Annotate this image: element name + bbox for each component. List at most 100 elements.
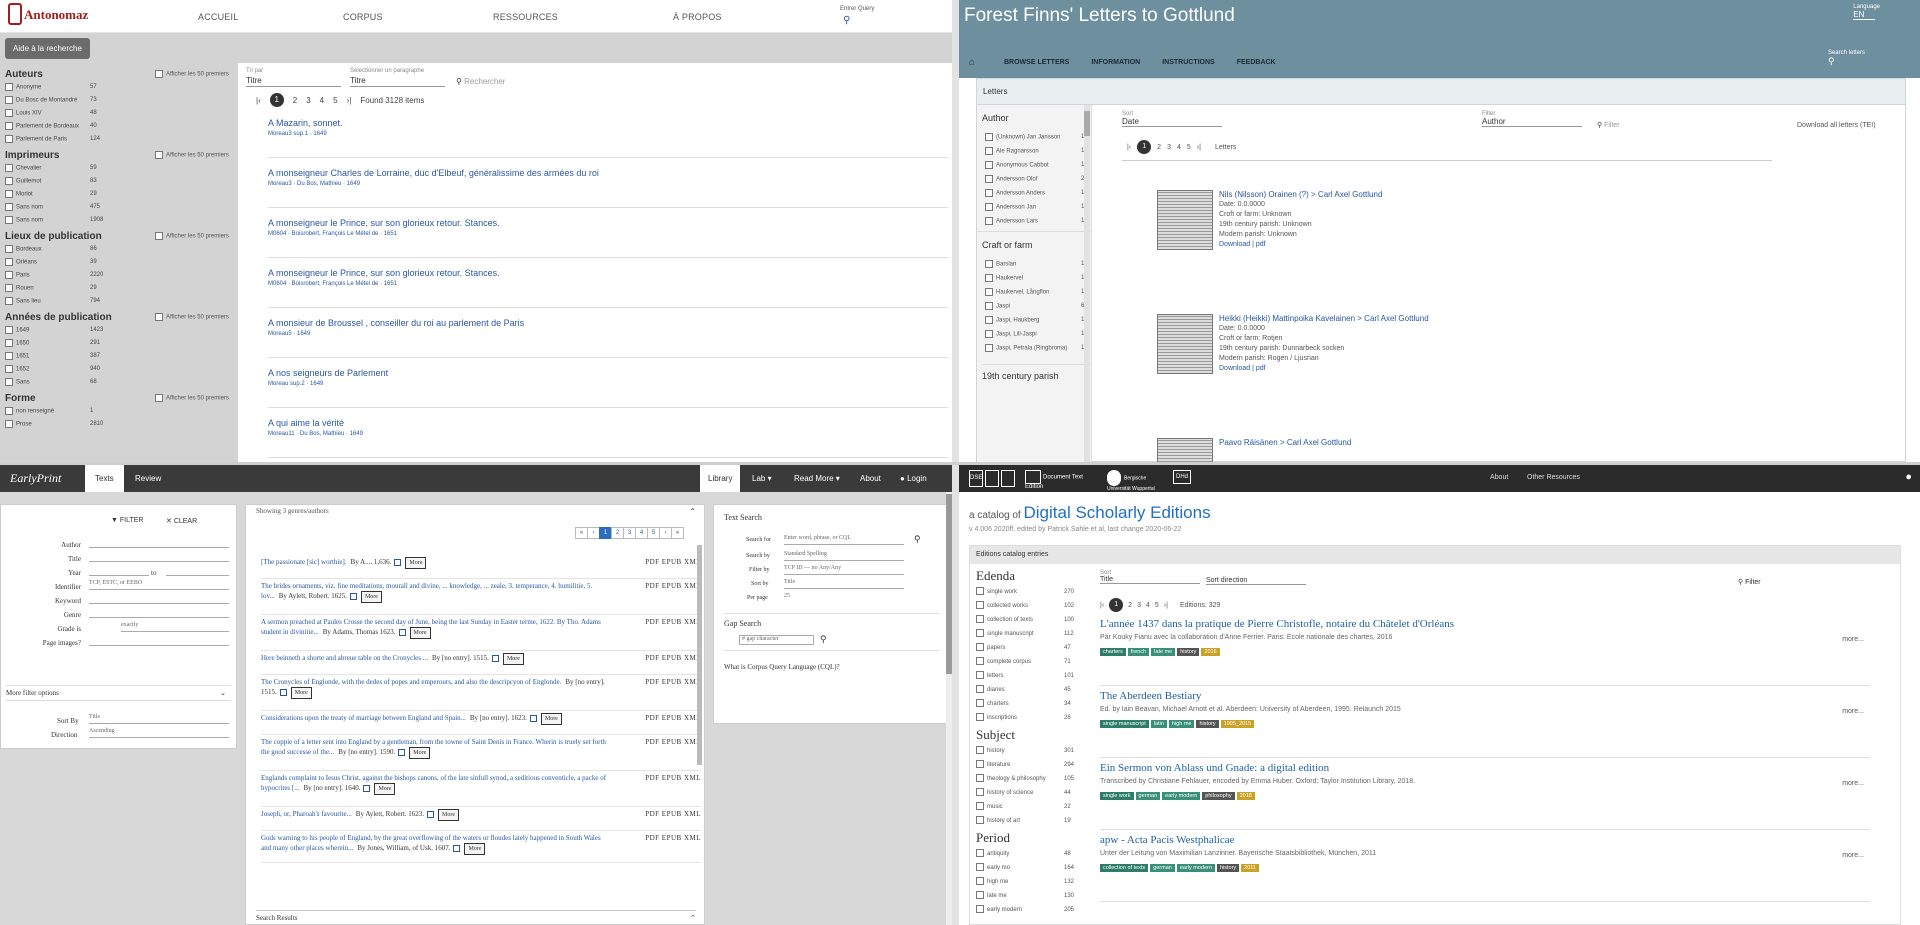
checkbox[interactable] <box>976 802 984 811</box>
checkbox[interactable] <box>976 746 984 755</box>
field-input[interactable] <box>89 538 229 548</box>
page-5[interactable]: 5 <box>1187 144 1191 151</box>
more-link[interactable]: more... <box>1842 780 1864 787</box>
user-label[interactable]: Entrer Query <box>840 6 874 12</box>
checkbox[interactable] <box>5 284 13 292</box>
checkbox[interactable] <box>985 133 993 141</box>
external-link-icon[interactable] <box>427 810 434 818</box>
search-for-input[interactable]: Enter word, phrase, or CQL <box>784 535 904 545</box>
checkbox[interactable] <box>976 877 984 886</box>
user-icon[interactable]: ● <box>1905 471 1912 483</box>
gap-input[interactable]: # gap character <box>739 635 814 645</box>
facet-item[interactable]: 1649 1423 <box>5 326 238 335</box>
facet-item[interactable]: Chevalier 59 <box>5 164 238 173</box>
checkbox[interactable] <box>976 863 984 872</box>
tag-badge[interactable]: german <box>1150 864 1175 872</box>
clear-button[interactable]: ✕ CLEAR <box>166 517 197 525</box>
first-page-icon[interactable]: |‹ <box>1100 602 1104 609</box>
nav-information[interactable]: INFORMATION <box>1091 59 1140 66</box>
facet-item[interactable]: Anonyme 57 <box>5 83 238 92</box>
tag-badge[interactable]: 2016 <box>1201 648 1220 656</box>
more-button[interactable]: More <box>374 783 396 795</box>
edition-title[interactable]: L'année 1437 dans la pratique de Pierre … <box>1100 618 1870 630</box>
tag-badge[interactable]: early modern <box>1162 792 1201 800</box>
show-more-link[interactable]: Afficher les 50 premiers <box>155 232 229 240</box>
checkbox[interactable] <box>976 643 984 652</box>
dhd-logo[interactable]: DHd <box>1173 470 1192 484</box>
letter-title[interactable]: Nils (Nilsson) Orainen (?) > Carl Axel G… <box>1219 190 1382 200</box>
edition-title[interactable]: apw - Acta Pacis Westphalicae <box>1100 834 1870 846</box>
facet-item[interactable]: antiquity 48 <box>976 849 1080 859</box>
facet-item[interactable]: diaries 45 <box>976 685 1080 695</box>
tag-badge[interactable]: 2011 <box>1241 864 1259 872</box>
craft-facet-item[interactable]: Jaspi, Haukberg 1 <box>985 316 1091 324</box>
sort-by-select[interactable]: Title <box>89 714 229 724</box>
filter-by-select[interactable]: TCP ID — no Any/Any <box>784 565 904 575</box>
more-link[interactable]: more... <box>1842 636 1864 643</box>
more-button[interactable]: More <box>540 713 562 725</box>
filter-input[interactable]: ⚲ Filter <box>1738 578 1761 586</box>
tab-texts[interactable]: Texts <box>85 465 124 492</box>
checkbox[interactable] <box>976 760 984 769</box>
more-button[interactable]: More <box>290 687 312 699</box>
edition-title[interactable]: Ein Sermon von Ablass und Gnade: a digit… <box>1100 762 1870 774</box>
checkbox[interactable] <box>976 774 984 783</box>
checkbox[interactable] <box>985 344 993 352</box>
craft-facet-item[interactable]: Haukervel 1 <box>985 274 1091 282</box>
tag-badge[interactable]: philosophy <box>1202 792 1235 800</box>
checkbox[interactable] <box>5 365 13 373</box>
checkbox[interactable] <box>5 216 13 224</box>
checkbox[interactable] <box>985 260 993 268</box>
more-button[interactable]: More <box>405 557 427 569</box>
facet-item[interactable]: Parlement de Bordeaux 40 <box>5 122 238 131</box>
checkbox[interactable] <box>976 629 984 638</box>
letter-download[interactable]: Download | pdf <box>1219 364 1429 374</box>
nav-feedback[interactable]: FEEDBACK <box>1237 59 1276 66</box>
search-icon[interactable]: ⚲ <box>820 634 827 645</box>
more-button[interactable]: More <box>409 747 431 759</box>
checkbox[interactable] <box>5 96 13 104</box>
author-facet-item[interactable]: Andersson Jan 1 <box>985 203 1091 211</box>
last-page-icon[interactable]: ›| <box>347 96 352 105</box>
facet-item[interactable]: Bordeaux 86 <box>5 245 238 254</box>
last-page-icon[interactable]: ›| <box>1197 144 1201 151</box>
search-icon[interactable]: ⚲ <box>843 15 850 26</box>
more-button[interactable]: More <box>464 843 486 855</box>
text-title[interactable]: Here beinneth a shorte and abreue table … <box>261 654 428 662</box>
result-title[interactable]: A monsieur de Broussel , conseiller du r… <box>268 318 948 328</box>
show-more-link[interactable]: Afficher les 50 premiers <box>155 70 229 78</box>
tag-badge[interactable]: late me <box>1151 648 1176 656</box>
last-page-icon[interactable]: ›| <box>1164 602 1168 609</box>
checkbox[interactable] <box>976 713 984 722</box>
external-link-icon[interactable] <box>394 558 402 566</box>
checkbox[interactable] <box>976 788 984 797</box>
checkbox[interactable] <box>5 258 13 266</box>
author-facet-item[interactable]: (Unknown) Jan Jansson 1 <box>985 133 1091 141</box>
nav-a-propos[interactable]: À PROPOS <box>673 12 722 22</box>
author-facet-item[interactable]: Ale Ragnarsson 1 <box>985 147 1091 155</box>
facet-item[interactable]: single work 270 <box>976 587 1080 597</box>
result-title[interactable]: A monseigneur Charles de Lorraine, duc d… <box>268 168 948 178</box>
more-button[interactable]: More <box>360 591 382 603</box>
per-page-select[interactable]: 25 <box>784 593 904 603</box>
tag-badge[interactable]: french <box>1127 648 1150 656</box>
sort-select[interactable]: Sort Date <box>1122 111 1222 127</box>
tag-badge[interactable]: german <box>1135 792 1161 800</box>
text-title[interactable]: The Cronycles of Englonde, with the dede… <box>261 678 561 686</box>
facet-item[interactable]: Prose 2810 <box>5 420 238 429</box>
more-filter-options[interactable]: More filter options ⌄ <box>6 685 231 697</box>
checkbox[interactable] <box>5 109 13 117</box>
facet-item[interactable]: Morlot 29 <box>5 190 238 199</box>
show-more-link[interactable]: Afficher les 50 premiers <box>155 394 229 402</box>
ts-sort-select[interactable]: Title <box>784 579 904 589</box>
author-facet-item[interactable]: Anonymous Cabbot 1 <box>985 161 1091 169</box>
external-link-icon[interactable] <box>398 748 406 756</box>
checkbox[interactable] <box>5 203 13 211</box>
craft-facet-item[interactable]: Jaspi, Lill-Jaspi 1 <box>985 330 1091 338</box>
craft-facet-item[interactable]: Jaspi, Petrala (Ringbroma) 1 <box>985 344 1091 352</box>
checkbox[interactable] <box>5 135 13 143</box>
facet-item[interactable]: Du Bosc de Montandré 73 <box>5 96 238 105</box>
nav-read-more[interactable]: Read More ▾ <box>794 465 840 492</box>
tag-badge[interactable]: early modern <box>1176 864 1215 872</box>
result-title[interactable]: A monseigneur le Prince, sur son glorieu… <box>268 218 948 228</box>
